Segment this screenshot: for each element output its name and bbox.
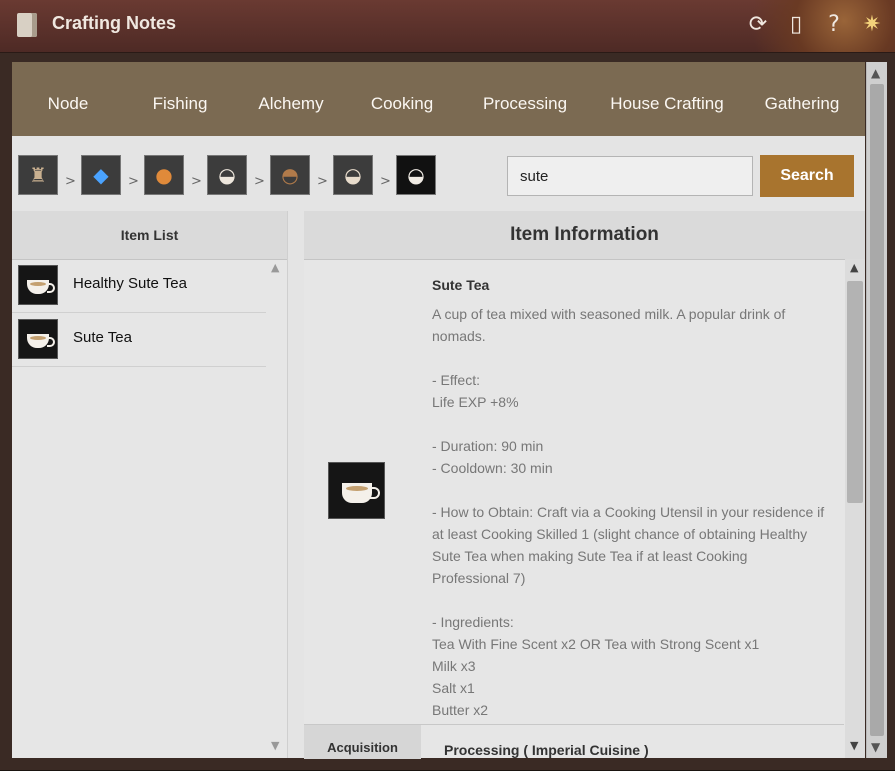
- tab-fishing[interactable]: Fishing: [124, 62, 236, 136]
- tab-house-crafting[interactable]: House Crafting: [592, 62, 742, 136]
- tea-leaves-icon[interactable]: ●: [144, 155, 184, 195]
- tea-cup-icon[interactable]: ◒: [333, 155, 373, 195]
- item-name: Sute Tea: [432, 277, 490, 293]
- item-details: Sute Tea A cup of tea mixed with seasone…: [432, 274, 827, 721]
- root-item-icon[interactable]: ♜: [18, 155, 58, 195]
- ingredient-3: Salt x1: [432, 680, 475, 696]
- window-title: Crafting Notes: [52, 13, 177, 33]
- item-list-scrollbar[interactable]: ▲ ▼: [269, 259, 285, 758]
- document-icon[interactable]: ▯: [783, 12, 809, 38]
- tab-gathering[interactable]: Gathering: [742, 62, 862, 136]
- scroll-thumb[interactable]: [847, 281, 863, 503]
- tab-node[interactable]: Node: [12, 62, 124, 136]
- sute-tea-icon: [328, 462, 385, 519]
- tab-processing[interactable]: Processing: [458, 62, 592, 136]
- tab-alchemy[interactable]: Alchemy: [236, 62, 346, 136]
- acquisition-label: Acquisition: [304, 725, 421, 759]
- compass-star-icon[interactable]: ✷: [859, 12, 885, 38]
- acquisition-value: Processing ( Imperial Cuisine ): [444, 742, 649, 758]
- list-item-healthy-sute-tea[interactable]: Healthy Sute Tea: [12, 259, 266, 313]
- item-list-header: Item List: [12, 211, 287, 260]
- breadcrumb-separator: >: [191, 174, 202, 189]
- scroll-thumb[interactable]: [870, 84, 884, 736]
- title-actions: ⟳ ▯ ? ✷: [745, 12, 885, 38]
- scroll-up-icon[interactable]: ▲: [871, 66, 880, 80]
- window-scrollbar[interactable]: ▲ ▼: [866, 62, 887, 758]
- list-item-label: Healthy Sute Tea: [73, 275, 187, 292]
- sute-tea-icon[interactable]: ◒: [396, 155, 436, 195]
- item-information-header: Item Information: [304, 211, 865, 260]
- category-tabs: Node Fishing Alchemy Cooking Processing …: [12, 62, 865, 136]
- effect-value: Life EXP +8%: [432, 394, 519, 410]
- search-input[interactable]: [507, 156, 753, 196]
- ingredient-1: Tea With Fine Scent x2 OR Tea with Stron…: [432, 636, 760, 652]
- tea-cup-icon: [18, 265, 58, 305]
- scroll-up-icon[interactable]: ▲: [271, 261, 279, 274]
- refresh-icon[interactable]: ⟳: [745, 12, 771, 38]
- item-information-panel: Item Information Sute Tea A cup of tea m…: [304, 211, 865, 759]
- effect-header: - Effect:: [432, 372, 480, 388]
- how-to-obtain: - How to Obtain: Craft via a Cooking Ute…: [432, 504, 825, 586]
- item-info-scrollbar[interactable]: ▲ ▼: [845, 259, 865, 758]
- book-icon: [17, 13, 37, 37]
- help-icon[interactable]: ?: [821, 12, 847, 38]
- list-item-sute-tea[interactable]: Sute Tea: [12, 313, 266, 367]
- scroll-up-icon[interactable]: ▲: [850, 261, 858, 274]
- breadcrumb-separator: >: [317, 174, 328, 189]
- title-bar[interactable]: Crafting Notes ⟳ ▯ ? ✷: [0, 0, 895, 53]
- acquisition-row: Acquisition Processing ( Imperial Cuisin…: [304, 724, 844, 759]
- ingredients-header: - Ingredients:: [432, 614, 514, 630]
- search-button[interactable]: Search: [760, 155, 854, 197]
- tea-bowl-icon[interactable]: ◓: [270, 155, 310, 195]
- ingredient-2: Milk x3: [432, 658, 476, 674]
- item-list-panel: Item List Healthy Sute Tea Sute Tea ▲ ▼: [12, 211, 288, 758]
- breadcrumb-separator: >: [65, 174, 76, 189]
- water-magic-icon[interactable]: ◆: [81, 155, 121, 195]
- cooldown: - Cooldown: 30 min: [432, 460, 553, 476]
- tea-cup-icon: [18, 319, 58, 359]
- crafting-notes-window: Crafting Notes ⟳ ▯ ? ✷ Node Fishing Alch…: [0, 0, 895, 770]
- scroll-down-icon[interactable]: ▼: [871, 740, 880, 754]
- item-description: A cup of tea mixed with seasoned milk. A…: [432, 306, 786, 344]
- tea-plate-icon[interactable]: ◒: [207, 155, 247, 195]
- breadcrumb-separator: >: [128, 174, 139, 189]
- list-item-label: Sute Tea: [73, 329, 132, 346]
- duration: - Duration: 90 min: [432, 438, 544, 454]
- ingredient-4: Butter x2: [432, 702, 489, 718]
- main-content: Node Fishing Alchemy Cooking Processing …: [12, 62, 865, 759]
- tab-cooking[interactable]: Cooking: [346, 62, 458, 136]
- scroll-down-icon[interactable]: ▼: [271, 739, 279, 752]
- breadcrumb-separator: >: [380, 174, 391, 189]
- scroll-down-icon[interactable]: ▼: [850, 739, 858, 752]
- breadcrumb-separator: >: [254, 174, 265, 189]
